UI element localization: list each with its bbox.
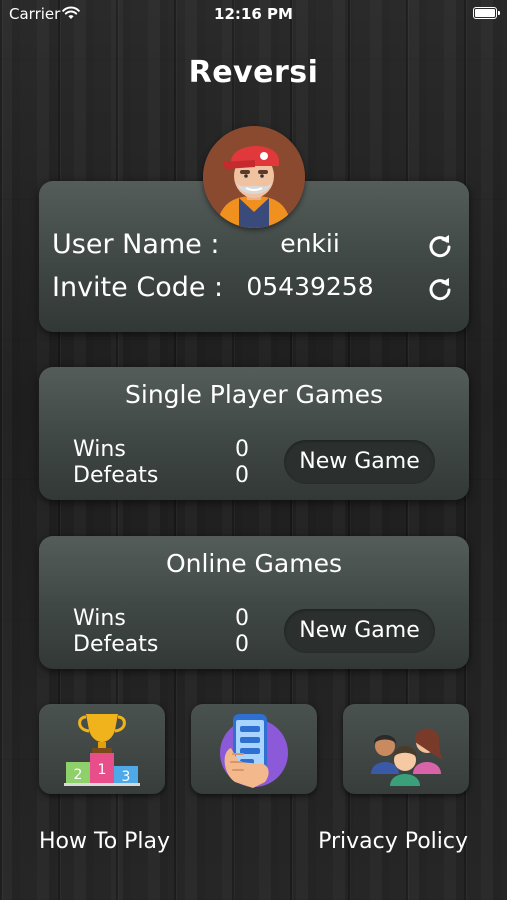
- leaderboard-button[interactable]: 1 2 3: [39, 704, 165, 794]
- refresh-invite-code-icon[interactable]: [427, 276, 453, 302]
- user-name-label: User Name :: [52, 229, 220, 260]
- invite-code-label: Invite Code :: [52, 272, 224, 303]
- refresh-user-name-icon[interactable]: [427, 233, 453, 259]
- battery-icon: [473, 7, 500, 19]
- single-player-wins-label: Wins: [73, 437, 126, 462]
- status-time: 12:16 PM: [214, 5, 293, 23]
- online-wins-value: 0: [235, 606, 249, 631]
- podium-rank-3: 3: [122, 769, 131, 785]
- online-defeats-label: Defeats: [73, 632, 159, 657]
- podium-rank-1: 1: [98, 762, 107, 778]
- friends-button[interactable]: [343, 704, 469, 794]
- single-player-defeats-label: Defeats: [73, 463, 159, 488]
- online-card: Online Games Wins 0 Defeats 0 New Game: [39, 536, 469, 669]
- podium-rank-2: 2: [74, 767, 83, 783]
- podium-trophy-icon: 1 2 3: [64, 714, 140, 786]
- group-people-icon: [371, 728, 443, 786]
- how-to-play-tile-button[interactable]: [191, 704, 317, 794]
- how-to-play-link[interactable]: How To Play: [39, 829, 170, 854]
- online-title: Online Games: [165, 549, 343, 578]
- invite-code-value: 05439258: [246, 272, 374, 301]
- single-player-new-game-button[interactable]: New Game: [284, 440, 435, 484]
- single-player-title: Single Player Games: [125, 380, 383, 409]
- avatar[interactable]: [203, 126, 305, 228]
- privacy-policy-link[interactable]: Privacy Policy: [318, 829, 468, 854]
- app-title: Reversi: [188, 55, 319, 90]
- online-wins-label: Wins: [73, 606, 126, 631]
- single-player-card: Single Player Games Wins 0 Defeats 0 New…: [39, 367, 469, 500]
- status-bar: Carrier 12:16 PM: [0, 0, 507, 28]
- single-player-defeats-value: 0: [235, 463, 249, 488]
- phone-in-hand-icon: [220, 714, 288, 788]
- single-player-wins-value: 0: [235, 437, 249, 462]
- user-name-value: enkii: [280, 229, 340, 258]
- user-avatar-icon: [203, 126, 305, 228]
- online-new-game-button[interactable]: New Game: [284, 609, 435, 653]
- online-defeats-value: 0: [235, 632, 249, 657]
